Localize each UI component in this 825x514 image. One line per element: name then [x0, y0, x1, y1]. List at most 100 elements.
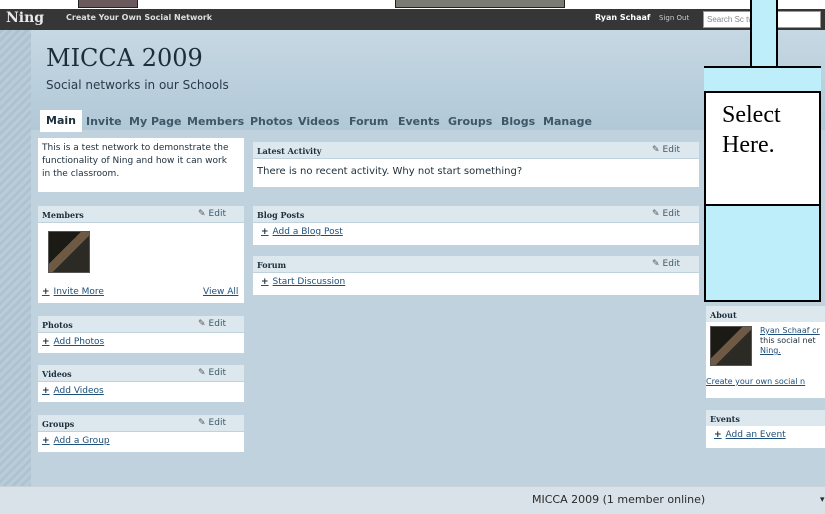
plus-icon: + — [42, 287, 50, 297]
pencil-icon: ✎ — [198, 209, 206, 219]
members-edit-button[interactable]: ✎ Edit — [198, 209, 226, 219]
add-photos-label: Add Photos — [53, 337, 105, 347]
blog-posts-box: + Add a Blog Post — [253, 223, 699, 245]
user-name-link[interactable]: Ryan Schaaf — [595, 13, 650, 22]
tab-main[interactable]: Main — [40, 110, 82, 132]
description-line: This is a test network to demonstrate th… — [42, 143, 229, 153]
groups-box: + Add a Group — [38, 432, 244, 452]
add-group-label: Add a Group — [53, 436, 110, 446]
videos-edit-button[interactable]: ✎ Edit — [198, 368, 226, 378]
tab-videos[interactable]: Videos — [298, 115, 340, 128]
top-photo-strip — [0, 0, 825, 9]
add-group-link[interactable]: + Add a Group — [42, 436, 110, 446]
edit-label: Edit — [662, 259, 680, 269]
add-photos-link[interactable]: + Add Photos — [42, 337, 104, 347]
plus-icon: + — [261, 277, 269, 287]
callout-line: Here. — [722, 132, 775, 158]
tab-blogs[interactable]: Blogs — [501, 115, 535, 128]
invite-more-link[interactable]: + Invite More — [42, 287, 104, 297]
about-box: Ryan Schaaf cr this social net Ning. Cre… — [706, 322, 825, 398]
ning-link[interactable]: Ning. — [760, 346, 781, 355]
edit-label: Edit — [662, 209, 680, 219]
blog-posts-title: Blog Posts — [257, 210, 305, 220]
tab-forum[interactable]: Forum — [349, 115, 388, 128]
events-box: + Add an Event — [706, 426, 825, 448]
ning-logo[interactable]: Ning — [6, 10, 44, 26]
pencil-icon: ✎ — [198, 319, 206, 329]
forum-title: Forum — [257, 260, 287, 270]
pencil-icon: ✎ — [652, 145, 660, 155]
add-event-label: Add an Event — [725, 430, 786, 440]
edit-label: Edit — [208, 418, 226, 428]
blog-posts-header: Blog Posts — [253, 206, 699, 222]
start-discussion-label: Start Discussion — [272, 277, 346, 287]
edit-label: Edit — [208, 209, 226, 219]
photos-title: Photos — [42, 320, 73, 330]
invite-more-label: Invite More — [53, 287, 104, 297]
pencil-icon: ✎ — [198, 368, 206, 378]
tab-my-page[interactable]: My Page — [129, 115, 181, 128]
members-box: + Invite More View All — [38, 223, 244, 303]
tab-members[interactable]: Members — [187, 115, 244, 128]
videos-title: Videos — [42, 369, 72, 379]
description-line: functionality of Ning and how it can wor… — [42, 156, 227, 166]
create-your-own-link[interactable]: Create your own social n — [706, 377, 805, 386]
tab-invite[interactable]: Invite — [86, 115, 122, 128]
tab-photos[interactable]: Photos — [250, 115, 293, 128]
blog-posts-edit-button[interactable]: ✎ Edit — [652, 209, 680, 219]
tab-events[interactable]: Events — [398, 115, 440, 128]
sign-out-link[interactable]: Sign Out — [659, 14, 689, 22]
photos-box: + Add Photos — [38, 333, 244, 353]
description-box: This is a test network to demonstrate th… — [38, 138, 244, 192]
callout-line: Select — [722, 102, 781, 128]
description-line: in the classroom. — [42, 169, 120, 179]
edit-label: Edit — [208, 319, 226, 329]
videos-box: + Add Videos — [38, 382, 244, 402]
plus-icon: + — [42, 337, 50, 347]
latest-activity-text: There is no recent activity. Why not sta… — [257, 166, 523, 177]
owner-name-link[interactable]: Ryan Schaaf cr — [760, 326, 820, 335]
latest-activity-box: There is no recent activity. Why not sta… — [253, 159, 699, 187]
edit-label: Edit — [662, 145, 680, 155]
add-blog-post-link[interactable]: + Add a Blog Post — [261, 227, 343, 237]
callout-arrow-head — [704, 66, 821, 92]
member-avatar[interactable] — [48, 231, 90, 273]
about-text: this social net — [760, 336, 816, 345]
plus-icon: + — [714, 430, 722, 440]
groups-edit-button[interactable]: ✎ Edit — [198, 418, 226, 428]
footer-arrow-icon: ▾ — [820, 495, 825, 505]
latest-activity-header: Latest Activity — [253, 142, 699, 158]
view-all-link[interactable]: View All — [203, 287, 238, 297]
add-videos-label: Add Videos — [53, 386, 104, 396]
owner-avatar[interactable] — [710, 326, 752, 366]
tab-groups[interactable]: Groups — [448, 115, 492, 128]
tab-manage[interactable]: Manage — [543, 115, 592, 128]
plus-icon: + — [261, 227, 269, 237]
latest-activity-title: Latest Activity — [257, 146, 322, 156]
callout-arrow-body — [704, 206, 821, 302]
pencil-icon: ✎ — [652, 209, 660, 219]
photos-edit-button[interactable]: ✎ Edit — [198, 319, 226, 329]
about-title: About — [710, 310, 737, 320]
callout-text: Select Here. — [722, 100, 781, 160]
header-photo — [395, 0, 565, 8]
plus-icon: + — [42, 386, 50, 396]
forum-edit-button[interactable]: ✎ Edit — [652, 259, 680, 269]
add-event-link[interactable]: + Add an Event — [714, 430, 786, 440]
pencil-icon: ✎ — [652, 259, 660, 269]
add-videos-link[interactable]: + Add Videos — [42, 386, 104, 396]
edit-label: Edit — [208, 368, 226, 378]
create-network-link[interactable]: Create Your Own Social Network — [66, 13, 212, 22]
pencil-icon: ✎ — [198, 418, 206, 428]
about-header: About — [706, 306, 825, 322]
side-stripe — [0, 30, 31, 486]
latest-activity-edit-button[interactable]: ✎ Edit — [652, 145, 680, 155]
start-discussion-link[interactable]: + Start Discussion — [261, 277, 345, 287]
members-title: Members — [42, 210, 84, 220]
callout-arrow-stem — [750, 0, 778, 66]
header-photo — [78, 0, 138, 8]
add-blog-post-label: Add a Blog Post — [272, 227, 343, 237]
forum-header: Forum — [253, 256, 699, 272]
plus-icon: + — [42, 436, 50, 446]
network-title[interactable]: MICCA 2009 — [46, 44, 203, 72]
